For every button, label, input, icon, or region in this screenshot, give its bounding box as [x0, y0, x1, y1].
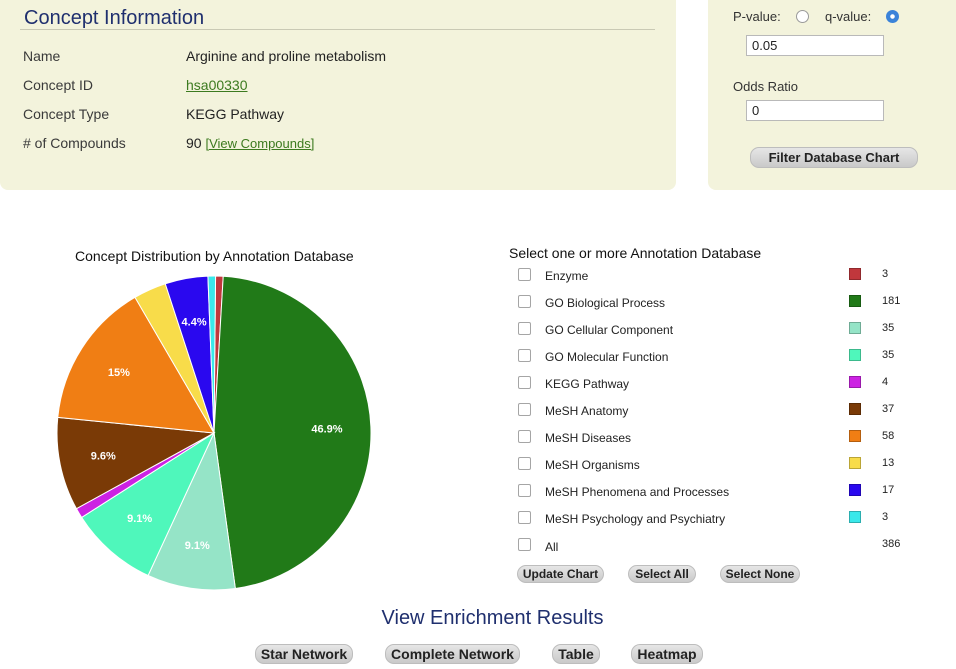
db-row: MeSH Anatomy 37 [518, 403, 898, 425]
db-row-all: All 386 [518, 538, 901, 560]
db-row: MeSH Phenomena and Processes 17 [518, 484, 898, 506]
pvalue-radio[interactable] [796, 10, 809, 23]
heatmap-button[interactable]: Heatmap [631, 644, 703, 664]
pie-slice-label: 46.9% [311, 424, 342, 436]
name-label: Name [23, 48, 61, 64]
db-checkbox-all[interactable] [518, 538, 531, 551]
db-checkbox[interactable] [518, 430, 531, 443]
db-list-title: Select one or more Annotation Database [509, 245, 762, 261]
db-count: 3 [882, 268, 889, 280]
db-count: 35 [882, 349, 895, 361]
db-color-swatch [849, 430, 861, 442]
db-name: MeSH Organisms [545, 458, 640, 472]
view-compounds-link[interactable]: [View Compounds] [205, 136, 314, 151]
compounds-count: 90 [186, 135, 202, 151]
db-color-swatch [849, 484, 861, 496]
db-count: 4 [882, 376, 889, 388]
pvalue-label: P-value: [733, 9, 781, 24]
db-count-all: 386 [882, 538, 901, 550]
qvalue-radio[interactable] [886, 10, 899, 23]
db-checkbox[interactable] [518, 322, 531, 335]
pie-slice-label: 4.4% [182, 317, 207, 329]
db-count: 3 [882, 511, 889, 523]
db-name: MeSH Anatomy [545, 404, 629, 418]
odds-ratio-input[interactable] [746, 100, 884, 121]
concept-info-title: Concept Information [24, 7, 205, 29]
select-all-button[interactable]: Select All [628, 565, 696, 583]
db-checkbox[interactable] [518, 268, 531, 281]
concept-title-divider [20, 29, 655, 30]
db-color-swatch [849, 457, 861, 469]
db-row: MeSH Organisms 13 [518, 457, 898, 479]
concept-info-panel: Concept Information Name Arginine and pr… [0, 0, 676, 190]
pie-slice-label: 9.1% [127, 513, 152, 525]
db-color-swatch [849, 511, 861, 523]
compounds-label: # of Compounds [23, 135, 126, 151]
db-row: MeSH Diseases 58 [518, 430, 898, 452]
db-count: 13 [882, 457, 895, 469]
db-count: 35 [882, 322, 895, 334]
db-name: KEGG Pathway [545, 377, 630, 391]
name-value: Arginine and proline metabolism [186, 48, 386, 64]
concept-id-link[interactable]: hsa00330 [186, 77, 248, 93]
db-name: GO Cellular Component [545, 323, 674, 337]
db-checkbox[interactable] [518, 511, 531, 524]
pie-slice-label: 15% [108, 367, 130, 379]
db-checkbox[interactable] [518, 457, 531, 470]
db-count: 58 [882, 430, 895, 442]
db-checkbox[interactable] [518, 403, 531, 416]
db-count: 181 [882, 295, 901, 307]
pie-slice[interactable] [213, 275, 372, 590]
db-name: MeSH Diseases [545, 431, 632, 445]
db-color-swatch [849, 376, 861, 388]
db-name: GO Molecular Function [545, 350, 669, 364]
concept-distribution-pie-chart: 46.9% 9.1% 9.1% 9.6% 15% 4.4% [56, 275, 372, 591]
concept-type-label: Concept Type [23, 106, 110, 122]
update-chart-button[interactable]: Update Chart [517, 565, 604, 583]
db-checkbox[interactable] [518, 295, 531, 308]
table-button[interactable]: Table [552, 644, 600, 664]
db-name: GO Biological Process [545, 296, 666, 310]
db-row: Enzyme 3 [518, 268, 898, 290]
db-color-swatch [849, 403, 861, 415]
db-name: MeSH Psychology and Psychiatry [545, 512, 726, 526]
db-color-swatch [849, 349, 861, 361]
enrichment-title: View Enrichment Results [381, 607, 604, 629]
concept-id-label: Concept ID [23, 77, 94, 93]
db-row: MeSH Psychology and Psychiatry 3 [518, 511, 898, 533]
db-row: KEGG Pathway 4 [518, 376, 898, 398]
filter-database-chart-button[interactable]: Filter Database Chart [750, 147, 918, 168]
db-color-swatch [849, 268, 861, 280]
filter-panel: P-value: q-value: Odds Ratio Filter Data… [708, 0, 956, 190]
star-network-button[interactable]: Star Network [255, 644, 353, 664]
db-count: 37 [882, 403, 895, 415]
db-row: GO Molecular Function 35 [518, 349, 898, 371]
select-none-button[interactable]: Select None [720, 565, 800, 583]
db-row: GO Biological Process 181 [518, 295, 901, 317]
threshold-input[interactable] [746, 35, 884, 56]
db-checkbox[interactable] [518, 484, 531, 497]
complete-network-button[interactable]: Complete Network [385, 644, 520, 664]
db-name: Enzyme [545, 269, 589, 283]
qvalue-label: q-value: [825, 9, 872, 24]
db-color-swatch [849, 295, 861, 307]
db-checkbox[interactable] [518, 349, 531, 362]
odds-ratio-label: Odds Ratio [733, 79, 799, 94]
pie-chart-title: Concept Distribution by Annotation Datab… [75, 248, 354, 264]
db-checkbox[interactable] [518, 376, 531, 389]
db-row: GO Cellular Component 35 [518, 322, 898, 344]
db-name-all: All [545, 540, 559, 554]
pie-slice-label: 9.1% [185, 540, 210, 552]
db-count: 17 [882, 484, 895, 496]
pie-slice-label: 9.6% [91, 451, 116, 463]
db-color-swatch [849, 322, 861, 334]
concept-type-value: KEGG Pathway [186, 106, 285, 122]
db-name: MeSH Phenomena and Processes [545, 485, 730, 499]
